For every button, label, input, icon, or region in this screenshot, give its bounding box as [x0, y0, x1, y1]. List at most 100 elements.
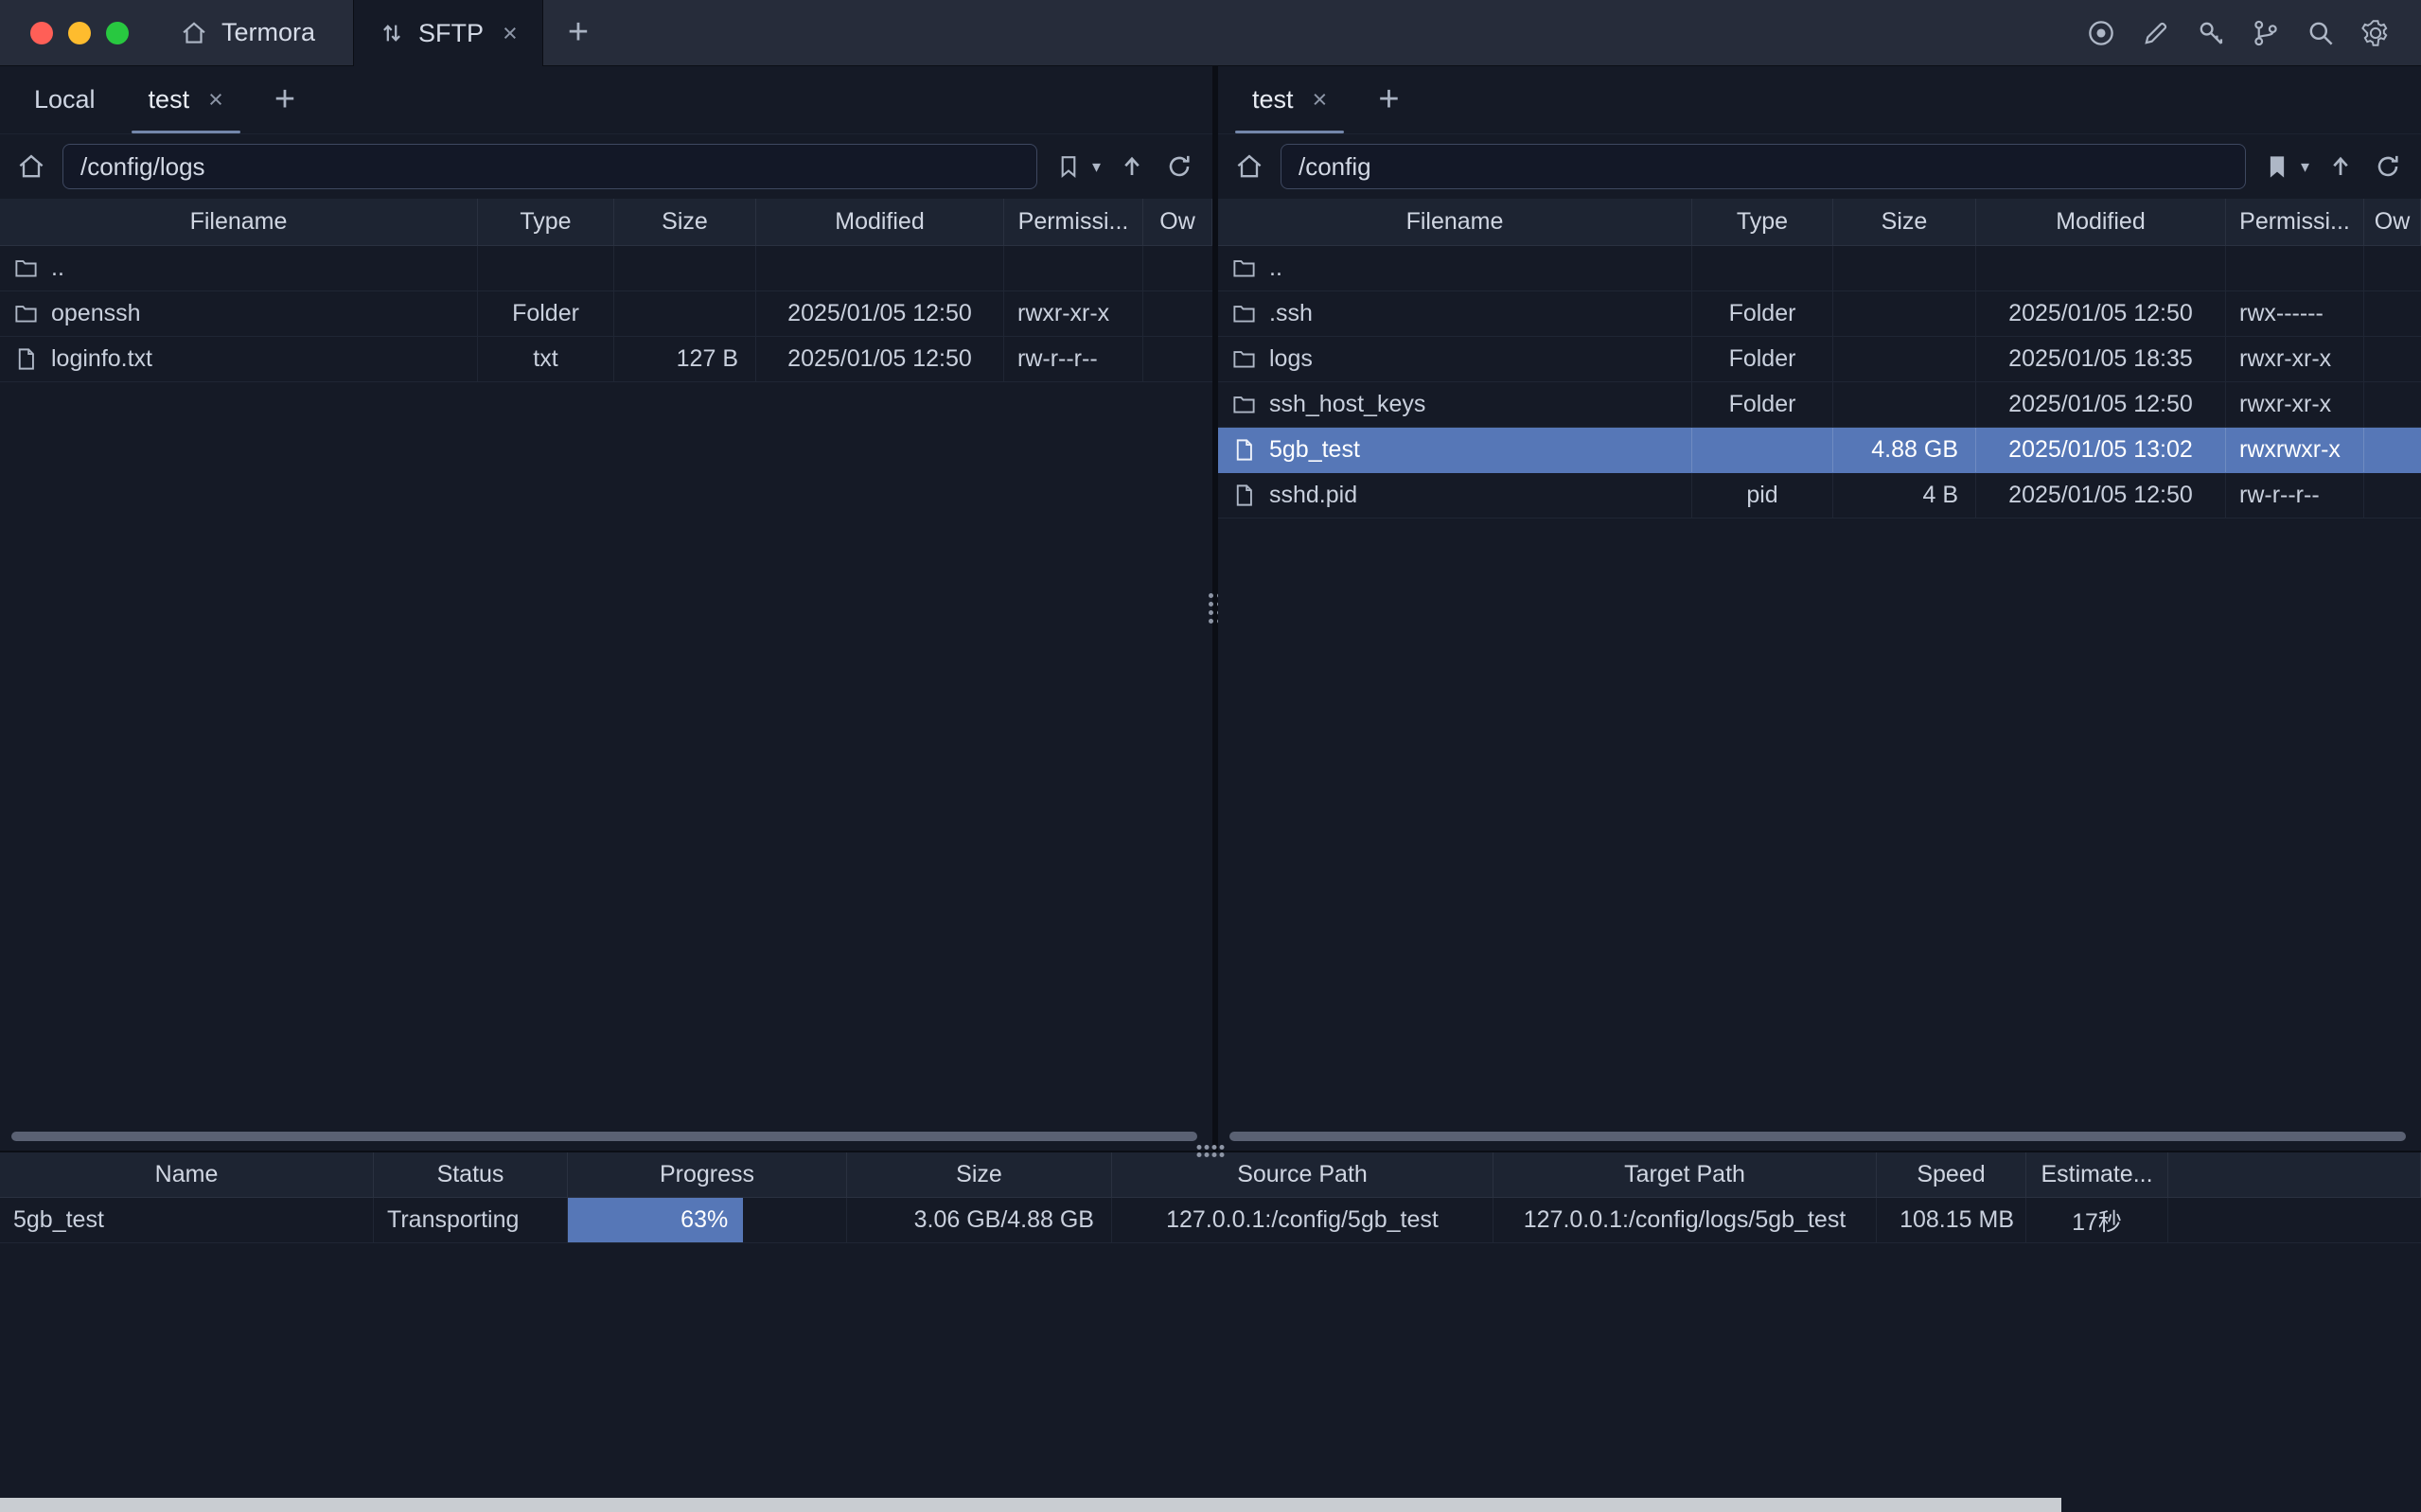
- branch-icon[interactable]: [2249, 16, 2283, 50]
- column-header-size[interactable]: Size: [1833, 199, 1976, 245]
- file-type: [1692, 428, 1833, 472]
- file-modified: 2025/01/05 12:50: [1976, 473, 2226, 518]
- close-icon[interactable]: ×: [208, 87, 223, 113]
- file-modified: 2025/01/05 18:35: [1976, 337, 2226, 381]
- search-icon[interactable]: [2304, 16, 2338, 50]
- file-row-parent-dir[interactable]: ..: [0, 246, 1212, 291]
- column-header-owner[interactable]: Ow: [1143, 199, 1212, 245]
- tab-sftp-label: SFTP: [418, 19, 484, 48]
- column-header-source-path[interactable]: Source Path: [1112, 1152, 1493, 1197]
- file-permissions: rw-r--r--: [2226, 473, 2364, 518]
- column-header-permissions[interactable]: Permissi...: [1004, 199, 1143, 245]
- column-header-progress[interactable]: Progress: [568, 1152, 847, 1197]
- file-type: [478, 246, 614, 290]
- up-directory-icon[interactable]: [2324, 150, 2357, 183]
- file-type: Folder: [1692, 337, 1833, 381]
- add-pane-tab-button-right[interactable]: +: [1353, 66, 1423, 133]
- file-row-ssh[interactable]: .ssh Folder 2025/01/05 12:50 rwx------: [1218, 291, 2421, 337]
- refresh-icon[interactable]: [2372, 150, 2404, 183]
- path-input-right[interactable]: [1281, 144, 2246, 189]
- traffic-lights: [0, 0, 157, 65]
- file-type: Folder: [1692, 291, 1833, 336]
- column-header-type[interactable]: Type: [1692, 199, 1833, 245]
- scrollbar-thumb[interactable]: [11, 1132, 1197, 1141]
- column-header-filename[interactable]: Filename: [0, 199, 478, 245]
- record-icon[interactable]: [2084, 16, 2118, 50]
- file-owner: [2364, 428, 2421, 472]
- splitter-handle-icon[interactable]: [1197, 1145, 1225, 1157]
- file-size: [614, 246, 756, 290]
- file-name: ssh_host_keys: [1269, 391, 1425, 418]
- close-icon[interactable]: ×: [503, 21, 518, 46]
- file-permissions: rwxr-xr-x: [2226, 337, 2364, 381]
- file-row-openssh[interactable]: openssh Folder 2025/01/05 12:50 rwxr-xr-…: [0, 291, 1212, 337]
- column-header-modified[interactable]: Modified: [1976, 199, 2226, 245]
- file-modified: 2025/01/05 13:02: [1976, 428, 2226, 472]
- file-row-loginfo[interactable]: loginfo.txt txt 127 B 2025/01/05 12:50 r…: [0, 337, 1212, 382]
- home-icon[interactable]: [1233, 150, 1265, 183]
- column-header-permissions[interactable]: Permissi...: [2226, 199, 2364, 245]
- column-header-name[interactable]: Name: [0, 1152, 374, 1197]
- bookmark-icon[interactable]: [1052, 150, 1085, 183]
- file-permissions: rwxr-xr-x: [1004, 291, 1143, 336]
- file-owner: [1143, 246, 1212, 290]
- path-input-left[interactable]: [62, 144, 1037, 189]
- file-size: 4 B: [1833, 473, 1976, 518]
- column-header-type[interactable]: Type: [478, 199, 614, 245]
- tab-termora[interactable]: Termora: [157, 0, 353, 65]
- column-header-size[interactable]: Size: [847, 1152, 1112, 1197]
- chevron-down-icon[interactable]: ▾: [2301, 157, 2309, 177]
- scrollbar-thumb[interactable]: [1229, 1132, 2406, 1141]
- refresh-icon[interactable]: [1163, 150, 1195, 183]
- folder-icon: [13, 255, 39, 281]
- file-owner: [2364, 246, 2421, 290]
- file-permissions: rwx------: [2226, 291, 2364, 336]
- column-header-status[interactable]: Status: [374, 1152, 568, 1197]
- pane-tab-local[interactable]: Local: [8, 66, 122, 133]
- file-modified: 2025/01/05 12:50: [756, 291, 1004, 336]
- right-horizontal-scrollbar[interactable]: [1229, 1132, 2406, 1141]
- chevron-down-icon[interactable]: ▾: [1092, 157, 1101, 177]
- minimize-window-button[interactable]: [68, 22, 91, 44]
- column-header-size[interactable]: Size: [614, 199, 756, 245]
- column-header-filler: [2168, 1152, 2421, 1197]
- column-header-filename[interactable]: Filename: [1218, 199, 1692, 245]
- zoom-window-button[interactable]: [106, 22, 129, 44]
- transfer-table-header: Name Status Progress Size Source Path Ta…: [0, 1152, 2421, 1198]
- tab-sftp[interactable]: SFTP ×: [353, 0, 543, 66]
- column-header-speed[interactable]: Speed: [1877, 1152, 2026, 1197]
- right-pane-tabs: test × +: [1218, 66, 2421, 134]
- bookmark-filled-icon[interactable]: [2261, 150, 2293, 183]
- column-header-modified[interactable]: Modified: [756, 199, 1004, 245]
- file-row-logs[interactable]: logs Folder 2025/01/05 18:35 rwxr-xr-x: [1218, 337, 2421, 382]
- close-icon[interactable]: ×: [1313, 87, 1328, 113]
- file-row-sshd-pid[interactable]: sshd.pid pid 4 B 2025/01/05 12:50 rw-r--…: [1218, 473, 2421, 519]
- edit-icon[interactable]: [2139, 16, 2173, 50]
- up-directory-icon[interactable]: [1116, 150, 1148, 183]
- column-header-estimate[interactable]: Estimate...: [2026, 1152, 2168, 1197]
- key-icon[interactable]: [2194, 16, 2228, 50]
- transfer-size: 3.06 GB/4.88 GB: [847, 1198, 1112, 1242]
- left-horizontal-scrollbar[interactable]: [11, 1132, 1197, 1141]
- home-icon[interactable]: [15, 150, 47, 183]
- titlebar-actions: [2084, 0, 2421, 65]
- file-size: 127 B: [614, 337, 756, 381]
- pane-tab-test-right[interactable]: test ×: [1226, 66, 1353, 133]
- file-row-5gb-test-selected[interactable]: 5gb_test 4.88 GB 2025/01/05 13:02 rwxrwx…: [1218, 428, 2421, 473]
- pane-tab-test-left[interactable]: test ×: [122, 66, 250, 133]
- dual-pane-area: Local test × + ▾: [0, 66, 2421, 1151]
- transfer-filler: [2168, 1198, 2421, 1242]
- column-header-owner[interactable]: Ow: [2364, 199, 2421, 245]
- transfer-row-5gb-test[interactable]: 5gb_test Transporting 63% 3.06 GB/4.88 G…: [0, 1198, 2421, 1243]
- column-header-target-path[interactable]: Target Path: [1493, 1152, 1877, 1197]
- file-row-ssh-host-keys[interactable]: ssh_host_keys Folder 2025/01/05 12:50 rw…: [1218, 382, 2421, 428]
- transfer-speed: 108.15 MB: [1877, 1198, 2026, 1242]
- close-window-button[interactable]: [30, 22, 53, 44]
- transfer-name: 5gb_test: [0, 1198, 374, 1242]
- new-window-tab-button[interactable]: +: [543, 0, 613, 65]
- settings-icon[interactable]: [2359, 16, 2393, 50]
- file-owner: [1143, 291, 1212, 336]
- file-row-parent-dir[interactable]: ..: [1218, 246, 2421, 291]
- add-pane-tab-button-left[interactable]: +: [250, 66, 320, 133]
- file-name: logs: [1269, 345, 1313, 373]
